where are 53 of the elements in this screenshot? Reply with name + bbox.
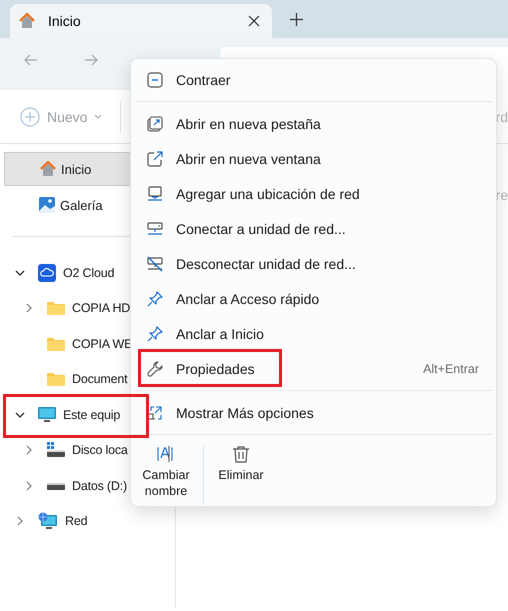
chevron-down-icon[interactable]: [15, 412, 25, 418]
chevron-right-icon[interactable]: [26, 480, 32, 491]
menu-item[interactable]: Contraer: [131, 62, 496, 97]
tree-item[interactable]: COPIA HD: [72, 301, 130, 316]
tree-item[interactable]: Este equip: [63, 408, 120, 422]
forward-arrow-icon: [84, 54, 98, 66]
tree-item[interactable]: Datos (D:): [72, 478, 127, 493]
chevron-right-icon[interactable]: [26, 303, 32, 314]
close-icon: [248, 15, 260, 27]
menu-item[interactable]: Anclar a Inicio: [131, 316, 496, 351]
menu-item[interactable]: Anclar a Acceso rápido: [131, 281, 496, 316]
tree-item[interactable]: Document: [72, 372, 128, 386]
network-drive-crossed-icon: [147, 256, 163, 272]
pin-icon: [147, 290, 163, 306]
plus-icon: [290, 12, 303, 26]
network-drive-icon: [147, 220, 163, 236]
home-icon: [39, 160, 57, 178]
caret-icon: [94, 114, 102, 119]
folder-icon: [47, 372, 65, 386]
tree-item[interactable]: O2 Cloud: [63, 266, 114, 280]
collapse-icon: [147, 72, 163, 88]
back-arrow-icon: [24, 54, 38, 66]
toolbar-button[interactable]: Cambiar nombre: [131, 445, 201, 505]
new-tab-icon: [147, 116, 163, 132]
chevron-right-icon[interactable]: [17, 516, 23, 526]
menu-item[interactable]: Propiedades Alt+Entrar: [131, 351, 496, 386]
network-icon: [38, 512, 58, 530]
menu-item[interactable]: Mostrar Más opciones: [131, 395, 496, 430]
trash-icon: [232, 445, 250, 463]
tree-item[interactable]: Disco loca: [72, 443, 128, 458]
shortcut-text: Alt+Entrar: [423, 362, 479, 376]
rename-icon: [157, 445, 175, 463]
menu-item[interactable]: Abrir en nueva pestaña: [131, 106, 496, 141]
chevron-down-icon[interactable]: [15, 270, 25, 276]
chevron-right-icon[interactable]: [26, 445, 32, 456]
home-icon: [18, 12, 36, 30]
tree-item[interactable]: Red: [65, 514, 88, 528]
monitor-icon: [38, 406, 56, 423]
pin-icon: [147, 326, 163, 342]
drive-icon: [47, 442, 65, 458]
network-computer-icon: [147, 186, 163, 202]
wrench-icon: [147, 360, 163, 376]
tab[interactable]: Inicio: [10, 4, 272, 38]
folder-icon: [47, 336, 65, 351]
plus-circle-icon: [20, 106, 40, 126]
expand-window-icon: [147, 404, 163, 420]
toolbar-button[interactable]: Eliminar: [206, 445, 276, 505]
drive-icon: [47, 482, 65, 490]
external-window-icon: [147, 150, 163, 166]
picture-frame-icon: [38, 196, 56, 214]
menu-item[interactable]: Desconectar unidad de red...: [131, 246, 496, 281]
cloud-icon: [38, 264, 56, 282]
folder-icon: [47, 301, 65, 316]
